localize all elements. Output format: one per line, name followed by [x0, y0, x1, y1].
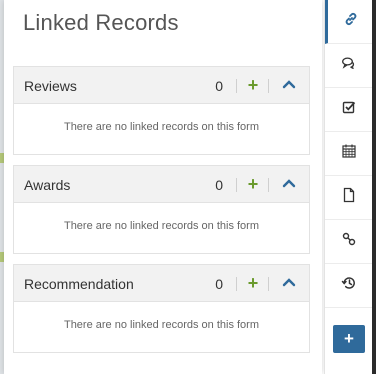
sidebar-item-comments[interactable] [325, 44, 373, 88]
empty-message: There are no linked records on this form [63, 220, 260, 232]
add-linked-record-button[interactable]: + [245, 273, 261, 293]
divider [268, 178, 269, 192]
sidebar-item-calendar[interactable] [325, 132, 373, 176]
checkbox-icon [341, 99, 357, 120]
divider [236, 79, 237, 93]
section-label: Reviews [24, 78, 77, 94]
add-linked-record-button[interactable]: + [245, 174, 261, 194]
sidebar-toolbar: + [324, 0, 373, 374]
connections-icon [341, 231, 357, 252]
chevron-up-icon[interactable] [281, 175, 297, 193]
linked-section-reviews: Reviews 0 + There are no linked records … [13, 66, 310, 155]
section-label: Awards [24, 177, 71, 193]
chevron-up-icon[interactable] [281, 76, 297, 94]
empty-message: There are no linked records on this form [63, 319, 260, 331]
linked-section-recommendation: Recommendation 0 + There are no linked r… [13, 264, 310, 353]
window-edge [372, 0, 376, 374]
sidebar-item-tasks[interactable] [325, 88, 373, 132]
sidebar-item-linked-records[interactable] [325, 0, 373, 44]
divider [268, 277, 269, 291]
section-label: Recommendation [24, 276, 134, 292]
panel-title: Linked Records [23, 10, 179, 35]
divider [236, 178, 237, 192]
section-count: 0 [215, 177, 223, 193]
divider [268, 79, 269, 93]
add-button[interactable]: + [333, 325, 365, 353]
calendar-icon [341, 143, 357, 164]
sidebar-item-history[interactable] [325, 264, 373, 308]
linked-section-awards: Awards 0 + There are no linked records o… [13, 165, 310, 254]
section-header[interactable]: Awards 0 + [14, 166, 309, 203]
empty-message: There are no linked records on this form [63, 121, 260, 133]
section-count: 0 [215, 276, 223, 292]
sidebar-item-connections[interactable] [325, 220, 373, 264]
divider [236, 277, 237, 291]
add-linked-record-button[interactable]: + [245, 75, 261, 95]
document-icon [341, 187, 357, 208]
sidebar-item-documents[interactable] [325, 176, 373, 220]
link-icon [343, 11, 359, 32]
history-icon [341, 275, 357, 296]
comments-icon [341, 55, 357, 76]
section-header[interactable]: Recommendation 0 + [14, 265, 309, 302]
linked-records-panel: Linked Records Reviews 0 + There are no … [4, 0, 322, 374]
section-header[interactable]: Reviews 0 + [14, 67, 309, 104]
chevron-up-icon[interactable] [281, 274, 297, 292]
section-count: 0 [215, 78, 223, 94]
